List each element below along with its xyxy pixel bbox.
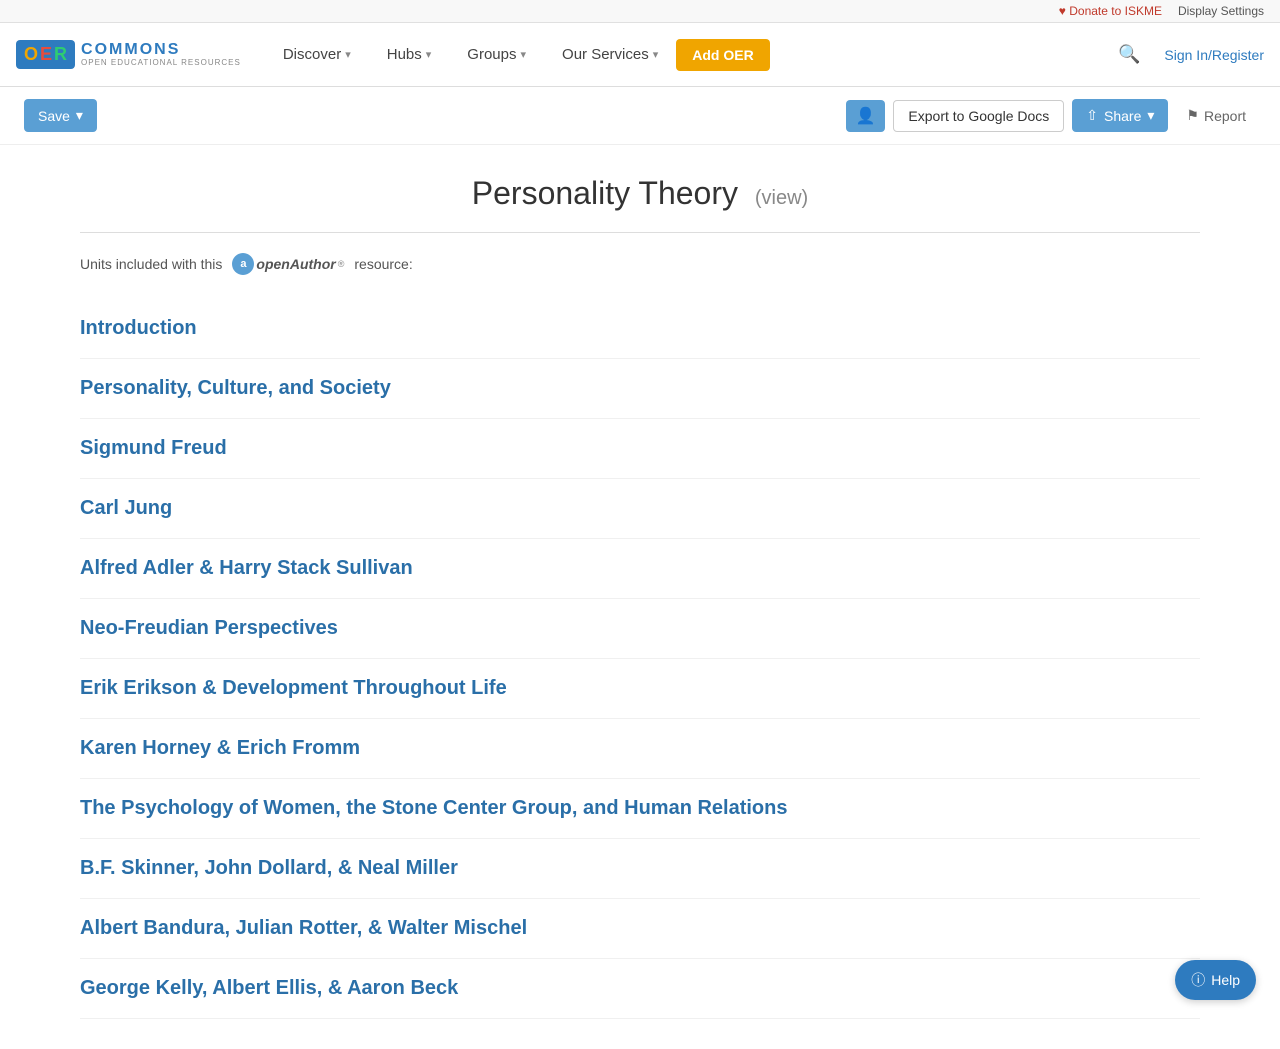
signin-link[interactable]: Sign In/Register [1164,47,1264,63]
nav-right: 🔍 Sign In/Register [1110,40,1264,69]
list-item: Neo-Freudian Perspectives [80,599,1200,659]
list-item: Carl Jung [80,479,1200,539]
groups-caret: ▾ [521,48,527,61]
help-icon: ⓘ [1191,970,1205,990]
list-item: Sigmund Freud [80,419,1200,479]
unit-link[interactable]: B.F. Skinner, John Dollard, & Neal Mille… [80,857,458,879]
list-item: Alfred Adler & Harry Stack Sullivan [80,539,1200,599]
action-right: 👤 Export to Google Docs ⇧ Share ▾ ⚑ Repo… [846,99,1257,132]
flag-icon: ⚑ [1186,107,1199,124]
hubs-caret: ▾ [426,48,432,61]
logo-commons: COMMONS [81,41,241,59]
add-oer-button[interactable]: Add OER [676,39,769,71]
unit-list: Introduction Personality, Culture, and So… [80,299,1200,1019]
logo-r: R [54,44,67,65]
report-button[interactable]: ⚑ Report [1176,100,1256,131]
save-caret: ▾ [76,107,83,124]
view-link[interactable]: (view) [755,187,808,209]
units-header: Units included with this a openAuthor ® … [80,253,1200,275]
list-item: Albert Bandura, Julian Rotter, & Walter … [80,899,1200,959]
search-button[interactable]: 🔍 [1110,40,1148,69]
openauthor-text: openAuthor [256,256,335,272]
logo-e: E [40,44,52,65]
export-button[interactable]: Export to Google Docs [893,100,1064,132]
main-content: Personality Theory (view) Units included… [40,145,1240,1049]
unit-link[interactable]: The Psychology of Women, the Stone Cente… [80,797,787,819]
unit-link[interactable]: Karen Horney & Erich Fromm [80,737,360,759]
unit-link[interactable]: Neo-Freudian Perspectives [80,617,338,639]
action-left: Save ▾ [24,99,97,132]
nav-hubs[interactable]: Hubs ▾ [369,23,450,87]
list-item: Introduction [80,299,1200,359]
unit-link[interactable]: Erik Erikson & Development Throughout Li… [80,677,507,699]
unit-link[interactable]: Introduction [80,317,197,339]
openauthor-trademark: ® [338,259,345,269]
share-button[interactable]: ⇧ Share ▾ [1072,99,1168,132]
unit-link[interactable]: Personality, Culture, and Society [80,377,391,399]
list-item: The Psychology of Women, the Stone Cente… [80,779,1200,839]
list-item: B.F. Skinner, John Dollard, & Neal Mille… [80,839,1200,899]
donate-link[interactable]: Donate to ISKME [1059,4,1162,18]
unit-link[interactable]: Sigmund Freud [80,437,227,459]
page-title: Personality Theory (view) [80,175,1200,212]
unit-link[interactable]: Carl Jung [80,497,172,519]
unit-link[interactable]: George Kelly, Albert Ellis, & Aaron Beck [80,977,458,999]
nav-discover[interactable]: Discover ▾ [265,23,369,87]
share-caret: ▾ [1147,107,1154,124]
list-item: Erik Erikson & Development Throughout Li… [80,659,1200,719]
list-item: Karen Horney & Erich Fromm [80,719,1200,779]
logo-link[interactable]: O E R COMMONS OPEN EDUCATIONAL RESOURCES [16,40,241,69]
share-icon: ⇧ [1086,107,1098,124]
nav-links: Discover ▾ Hubs ▾ Groups ▾ Our Services … [265,23,1110,87]
title-divider [80,232,1200,233]
logo-subtitle: OPEN EDUCATIONAL RESOURCES [81,59,241,68]
list-item: George Kelly, Albert Ellis, & Aaron Beck [80,959,1200,1019]
services-caret: ▾ [653,48,659,61]
openauthor-logo: a openAuthor ® [232,253,344,275]
display-settings-link[interactable]: Display Settings [1178,4,1264,18]
unit-link[interactable]: Albert Bandura, Julian Rotter, & Walter … [80,917,527,939]
logo-box: O E R [16,40,75,69]
help-button[interactable]: ⓘ Help [1175,960,1256,1000]
action-bar: Save ▾ 👤 Export to Google Docs ⇧ Share ▾… [0,87,1280,145]
unit-link[interactable]: Alfred Adler & Harry Stack Sullivan [80,557,413,579]
top-bar: Donate to ISKME Display Settings [0,0,1280,23]
nav-our-services[interactable]: Our Services ▾ [544,23,676,87]
logo-o: O [24,44,38,65]
list-item: Personality, Culture, and Society [80,359,1200,419]
nav-groups[interactable]: Groups ▾ [449,23,544,87]
save-button[interactable]: Save ▾ [24,99,97,132]
logo-text: COMMONS OPEN EDUCATIONAL RESOURCES [81,41,241,67]
openauthor-circle-icon: a [232,253,254,275]
navbar: O E R COMMONS OPEN EDUCATIONAL RESOURCES… [0,23,1280,87]
discover-caret: ▾ [345,48,351,61]
user-avatar-button[interactable]: 👤 [846,100,886,132]
